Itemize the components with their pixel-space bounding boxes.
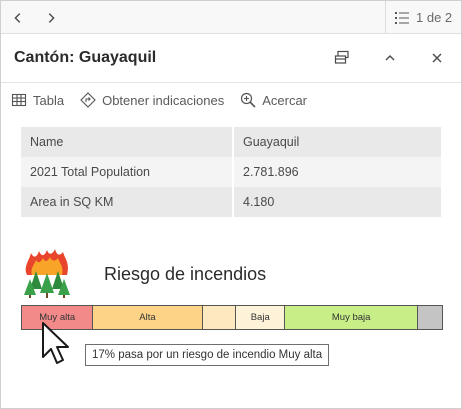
zoom-in-icon xyxy=(241,92,256,108)
table-row: Name Guayaquil xyxy=(21,127,443,157)
field-name: Name xyxy=(21,127,234,157)
action-bar: Tabla Obtener indicaciones Acercar xyxy=(1,84,461,116)
dock-icon xyxy=(334,50,349,64)
field-value: 2.781.896 xyxy=(233,157,443,187)
mouse-pointer-icon xyxy=(42,322,69,364)
risk-segment[interactable]: Alta xyxy=(93,306,203,329)
forest-fire-icon xyxy=(24,249,70,298)
fire-risk-title: Riesgo de incendios xyxy=(104,264,267,284)
field-name: 2021 Total Population xyxy=(21,157,234,187)
table-row: Area in SQ KM 4.180 xyxy=(21,187,443,217)
list-icon xyxy=(395,11,409,24)
popup-panel: 1 de 2 Cantón: Guayaquil Tabla Obtener i… xyxy=(0,0,462,409)
chevron-up-icon xyxy=(385,55,395,61)
table-row: 2021 Total Population 2.781.896 xyxy=(21,157,443,187)
risk-segment[interactable] xyxy=(418,306,442,329)
attribute-table: Name Guayaquil 2021 Total Population 2.7… xyxy=(21,127,443,217)
close-button[interactable] xyxy=(424,45,450,71)
directions-action-label: Obtener indicaciones xyxy=(102,92,225,108)
table-action[interactable]: Tabla xyxy=(11,92,64,108)
navigation-bar: 1 de 2 xyxy=(1,1,461,34)
pager-text: 1 de 2 xyxy=(416,10,453,25)
next-button[interactable] xyxy=(34,1,67,34)
field-name: Area in SQ KM xyxy=(21,187,234,217)
field-value: 4.180 xyxy=(233,187,443,217)
dock-button[interactable] xyxy=(329,45,355,71)
risk-segment[interactable]: Muy baja xyxy=(285,306,419,329)
page-title: Cantón: Guayaquil xyxy=(14,49,157,66)
directions-icon xyxy=(80,92,96,108)
close-icon xyxy=(432,53,442,63)
field-value: Guayaquil xyxy=(233,127,443,157)
risk-segment[interactable] xyxy=(202,306,237,329)
chevron-left-icon xyxy=(13,12,20,23)
risk-tooltip: 17% pasa por un riesgo de incendio Muy a… xyxy=(85,344,330,366)
chevron-right-icon xyxy=(48,12,55,23)
directions-action[interactable]: Obtener indicaciones xyxy=(80,92,224,108)
previous-button[interactable] xyxy=(1,1,34,34)
feature-pager[interactable]: 1 de 2 xyxy=(385,1,461,34)
zoom-action[interactable]: Acercar xyxy=(240,92,307,108)
table-icon xyxy=(11,93,27,107)
fire-risk-bar: Muy alta Alta Baja Muy baja xyxy=(21,305,443,330)
table-action-label: Tabla xyxy=(33,92,65,108)
zoom-action-label: Acercar xyxy=(262,92,308,108)
popup-header: Cantón: Guayaquil xyxy=(1,35,461,83)
risk-segment[interactable]: Baja xyxy=(236,306,286,329)
collapse-button[interactable] xyxy=(377,45,403,71)
